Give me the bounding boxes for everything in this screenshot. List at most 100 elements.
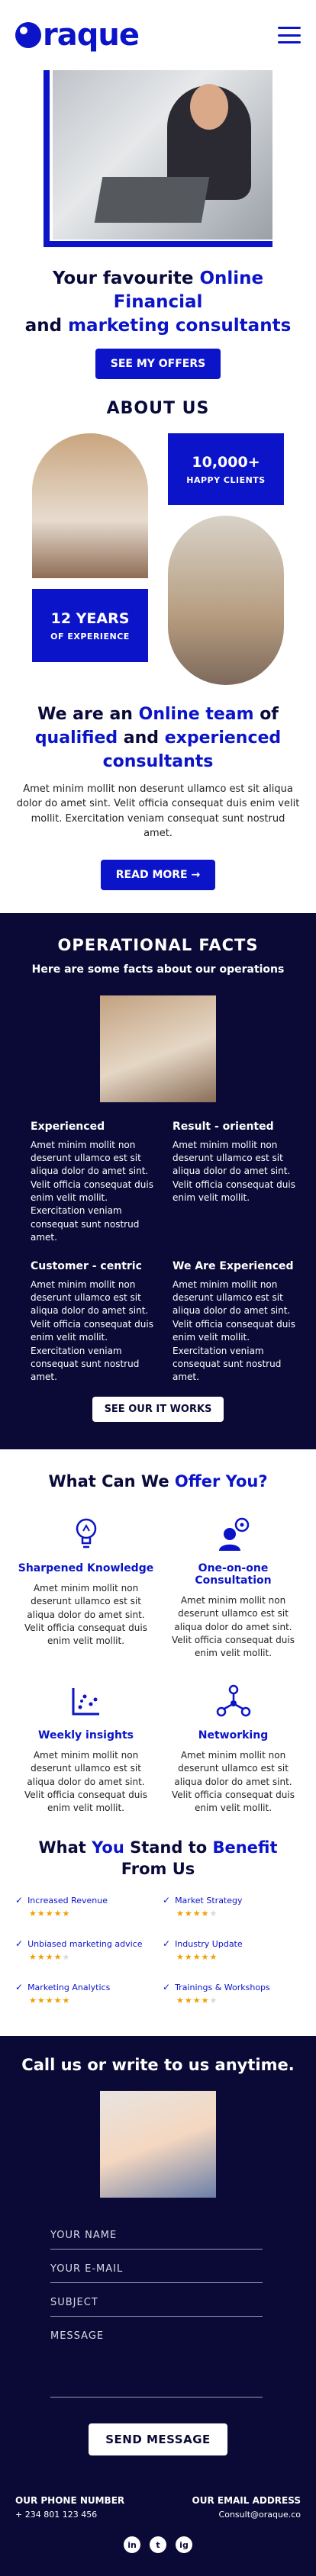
star-icon: ★ (209, 1909, 218, 1919)
star-icon: ★ (37, 1909, 46, 1919)
logo-mark-icon (15, 22, 41, 48)
about-photo-office (32, 433, 148, 579)
fact-item: Customer - centric Amet minim mollit non … (31, 1259, 153, 1383)
email-address[interactable]: Consult@oraque.co (219, 2510, 301, 2520)
see-how-it-works-button[interactable]: SEE OUR IT WORKS (92, 1396, 224, 1422)
about-photo-meeting (168, 516, 284, 686)
star-icon: ★ (37, 1952, 46, 1963)
about-text: Amet minim mollit non deserunt ullamco e… (16, 783, 300, 840)
about-title: ABOUT US (106, 399, 210, 419)
message-field[interactable]: MESSAGE (50, 2317, 263, 2398)
star-icon: ★ (62, 1909, 71, 1919)
hero-image (44, 70, 272, 247)
facts-title: OPERATIONAL FACTS (57, 935, 259, 954)
logo-text: raque (43, 18, 140, 53)
email-field[interactable]: YOUR E-MAIL (50, 2250, 263, 2284)
hero-title: Your favourite Online Financial and mark… (24, 269, 292, 336)
check-icon: ✓ (15, 1938, 24, 1950)
twitter-icon[interactable]: t (150, 2536, 166, 2554)
email-block: OUR EMAIL ADDRESS Consult@oraque.co (192, 2495, 301, 2520)
star-icon: ★ (53, 1996, 63, 2006)
star-icon: ★ (62, 1996, 71, 2006)
chart-insights-icon (17, 1680, 155, 1722)
about-section: ABOUT US 10,000+ HAPPY CLIENTS 12 YEARS … (0, 399, 316, 890)
star-rating: ★★★★★ (176, 1952, 298, 1962)
phone-block: OUR PHONE NUMBER + 234 801 123 456 (15, 2495, 125, 2520)
star-icon: ★ (201, 1996, 210, 2006)
star-icon: ★ (176, 1952, 185, 1963)
fact-item: We Are Experienced Amet minim mollit non … (173, 1259, 295, 1383)
footer-info: OUR PHONE NUMBER + 234 801 123 456 OUR E… (0, 2495, 316, 2520)
user-consultation-icon (164, 1513, 302, 1555)
subject-field[interactable]: SUBJECT (50, 2283, 263, 2317)
star-icon: ★ (192, 1996, 202, 2006)
star-icon: ★ (201, 1909, 210, 1919)
star-rating: ★★★★★ (176, 1909, 298, 1918)
service-card: Weekly insights Amet minim mollit non des… (17, 1680, 155, 1815)
benefit-item: ✓ Market Strategy ★★★★★ (163, 1895, 298, 1918)
star-rating: ★★★★★ (29, 1996, 150, 2005)
check-icon: ✓ (163, 1982, 171, 1993)
service-card: Networking Amet minim mollit non deserunt… (164, 1680, 302, 1815)
send-message-button[interactable]: SEND MESSAGE (89, 2423, 227, 2456)
contact-title: Call us or write to us anytime. (21, 2056, 295, 2075)
site-header: raque (0, 0, 316, 70)
check-icon: ✓ (15, 1982, 24, 1993)
star-icon: ★ (176, 1996, 185, 2006)
logo[interactable]: raque (15, 18, 140, 53)
service-card: One-on-one Consultation Amet minim mollit… (164, 1513, 302, 1661)
star-icon: ★ (184, 1952, 193, 1963)
facts-photo (100, 995, 216, 1102)
benefit-item: ✓ Trainings & Workshops ★★★★★ (163, 1982, 298, 2005)
star-icon: ★ (176, 1909, 185, 1919)
fact-item: Experienced Amet minim mollit non deserun… (31, 1120, 153, 1243)
star-icon: ★ (37, 1996, 46, 2006)
benefit-item: ✓ Marketing Analytics ★★★★★ (15, 1982, 150, 2005)
star-icon: ★ (192, 1952, 202, 1963)
star-icon: ★ (201, 1952, 210, 1963)
benefit-item: ✓ Increased Revenue ★★★★★ (15, 1895, 150, 1918)
benefits-section: What You Stand to Benefit From Us ✓ Incre… (0, 1837, 316, 2006)
check-icon: ✓ (163, 1938, 171, 1950)
star-icon: ★ (45, 1952, 54, 1963)
check-icon: ✓ (163, 1895, 171, 1906)
experience-stat: 12 YEARS OF EXPERIENCE (32, 589, 148, 663)
hamburger-icon[interactable] (278, 27, 301, 43)
arrow-right-icon: → (191, 868, 201, 881)
star-icon: ★ (29, 1909, 37, 1919)
star-icon: ★ (53, 1909, 63, 1919)
star-icon: ★ (45, 1909, 54, 1919)
benefit-item: ✓ Unbiased marketing advice ★★★★★ (15, 1938, 150, 1962)
benefits-title: What You Stand to Benefit From Us (38, 1838, 278, 1879)
star-rating: ★★★★★ (176, 1996, 298, 2005)
contact-photo (100, 2091, 216, 2198)
star-rating: ★★★★★ (29, 1952, 150, 1962)
star-icon: ★ (209, 1952, 218, 1963)
service-card: Sharpened Knowledge Amet minim mollit non… (17, 1513, 155, 1661)
network-icon (164, 1680, 302, 1722)
services-section: What Can We Offer You? Sharpened Knowled… (0, 1472, 316, 1815)
star-icon: ★ (62, 1952, 71, 1963)
read-more-button[interactable]: READ MORE → (100, 859, 216, 890)
hero-section: Your favourite Online Financial and mark… (0, 70, 316, 380)
facts-subtitle: Here are some facts about our operations (31, 963, 285, 976)
fact-item: Result - oriented Amet minim mollit non d… (173, 1120, 295, 1204)
see-offers-button[interactable]: SEE MY OFFERS (95, 349, 221, 380)
happy-clients-stat: 10,000+ HAPPY CLIENTS (168, 433, 284, 506)
benefit-item: ✓ Industry Update ★★★★★ (163, 1938, 298, 1962)
social-links: in t ig (0, 2536, 316, 2554)
instagram-icon[interactable]: ig (176, 2536, 192, 2554)
star-icon: ★ (184, 1909, 193, 1919)
star-icon: ★ (184, 1996, 193, 2006)
star-icon: ★ (29, 1952, 37, 1963)
services-title: What Can We Offer You? (48, 1471, 268, 1491)
linkedin-icon[interactable]: in (124, 2536, 140, 2554)
contact-section: Call us or write to us anytime. YOUR NAM… (0, 2036, 316, 2576)
star-rating: ★★★★★ (29, 1909, 150, 1918)
phone-number[interactable]: + 234 801 123 456 (15, 2510, 97, 2520)
lightbulb-icon (17, 1513, 155, 1555)
about-headline: We are an Online team of qualified and e… (34, 705, 282, 771)
facts-section: OPERATIONAL FACTS Here are some facts ab… (0, 912, 316, 1449)
star-icon: ★ (29, 1996, 37, 2006)
name-field[interactable]: YOUR NAME (50, 2216, 263, 2250)
